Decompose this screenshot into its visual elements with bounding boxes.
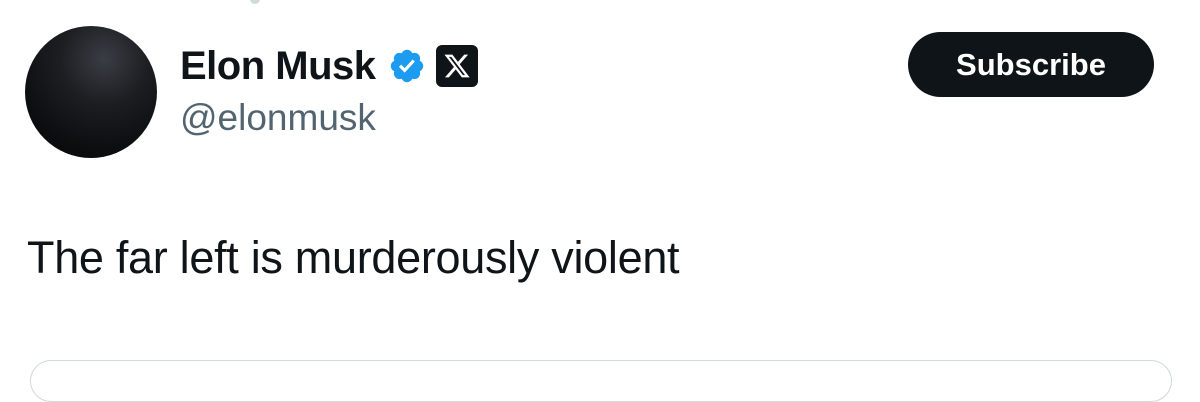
quote-card-border [30,360,1172,402]
subscribe-button[interactable]: Subscribe [908,32,1154,97]
verified-badge-icon[interactable] [388,47,426,85]
avatar[interactable] [25,26,157,158]
author-handle[interactable]: @elonmusk [180,97,376,139]
tweet-card: Elon Musk @elonmusk Subscribe The far le… [0,0,1200,402]
x-logo-icon-svg [443,54,470,78]
tweet-text: The far left is murderously violent [27,232,680,283]
author-display-name[interactable]: Elon Musk [180,44,376,89]
author-name-row: Elon Musk [180,38,478,94]
cropped-thread-line [250,0,260,4]
x-logo-icon[interactable] [435,45,478,87]
verified-badge-icon-svg [390,49,423,83]
